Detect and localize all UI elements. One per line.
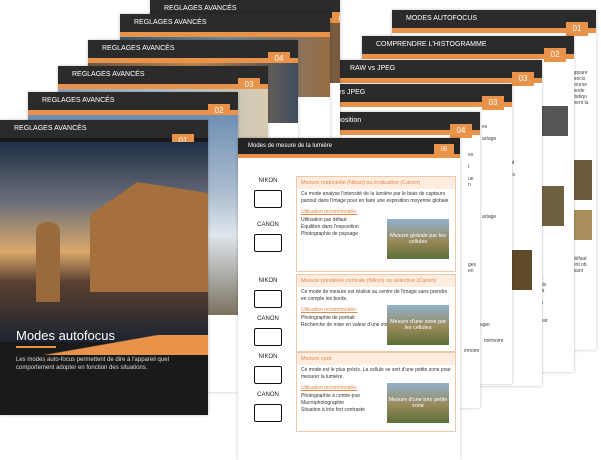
nikon-label: NIKON <box>258 354 278 360</box>
panel-title: Mesure spot <box>297 353 455 365</box>
panel-thumbnail: Mesure globale par les cellules <box>387 219 449 259</box>
cliff-shape <box>90 182 208 292</box>
side-photo <box>542 186 564 226</box>
title-underline <box>16 346 56 348</box>
side-text: ges en <box>468 262 477 274</box>
cover-title: Modes autofocus <box>16 328 116 343</box>
nikon-label: NIKON <box>258 178 278 184</box>
metering-panel: Mesure pondérée centrale (Nikon) ou séle… <box>296 274 456 352</box>
side-text: artage <box>482 214 497 220</box>
slide-header: COMPRENDRE L'HISTOGRAMME <box>362 36 574 54</box>
spot-metering-icon <box>254 366 282 384</box>
side-text: es t ue n <box>468 152 474 188</box>
fragment: émoire <box>464 348 480 354</box>
panel-text: Ce mode est le plus précis. La cellule s… <box>301 367 451 380</box>
nikon-label: NIKON <box>258 278 278 284</box>
cliff-shape <box>36 222 60 302</box>
side-photo <box>574 160 592 200</box>
canon-label: CANON <box>257 316 279 322</box>
panel-usage-label: Utilisation recommandée: <box>301 209 358 215</box>
slide-number: 05 <box>434 144 454 156</box>
panel-text: Ce mode analyse l'intensité de la lumièr… <box>301 191 449 204</box>
fragment: ager <box>480 322 491 328</box>
panel-title: Mesure pondérée centrale (Nikon) ou séle… <box>297 275 455 287</box>
matrix-metering-icon <box>254 190 282 208</box>
cover-photo <box>0 142 208 342</box>
partial-metering-icon <box>254 328 282 346</box>
panel-thumbnail: Mesure d'une très petite zone <box>387 383 449 423</box>
slide-number: 03 <box>482 96 504 110</box>
slide-number: 04 <box>450 124 472 138</box>
slide-header: REGLAGES AVANCÉS <box>88 40 298 58</box>
cover-description: Les modes auto-focus permettent de dire … <box>16 357 169 371</box>
header-stripe <box>362 54 574 59</box>
panel-thumbnail: Mesure d'une zone par les cellules <box>387 305 449 345</box>
side-text: es artage <box>482 124 497 142</box>
side-photo <box>540 106 568 136</box>
slide-header: REGLAGES AVANCÉS <box>120 14 330 32</box>
metering-panel: Mesure matricielle (Nikon) ou évaluative… <box>296 176 456 272</box>
slide-header: REGLAGES AVANCÉS <box>28 92 238 110</box>
slide-number: 01 <box>566 22 588 36</box>
metering-panel: Mesure spot Ce mode est le plus précis. … <box>296 352 456 432</box>
slide-number: 03 <box>512 72 534 86</box>
slide-number: 02 <box>544 48 566 62</box>
panel-title: Mesure matricielle (Nikon) ou évaluative… <box>297 177 455 189</box>
slide-header: REGLAGES AVANCÉS <box>58 66 268 84</box>
panel-text: Ce mode de mesure est réalisé au centre … <box>301 289 448 302</box>
centerweighted-metering-icon <box>254 290 282 308</box>
fragment: mémoire <box>484 338 504 344</box>
slide-header: Modes de mesure de la lumière <box>238 138 460 154</box>
spot-metering-icon <box>254 404 282 422</box>
canon-label: CANON <box>257 392 279 398</box>
slide-modes-autofocus-cover: REGLAGES AVANCÉS 01 Modes autofocus Les … <box>0 120 208 415</box>
evaluative-metering-icon <box>254 234 282 252</box>
header-stripe <box>238 154 460 158</box>
side-text: appare précis course mode statiqu ment la <box>572 70 589 106</box>
slide-metering-modes: Modes de mesure de la lumière 05 NIKON C… <box>238 138 460 460</box>
canon-label: CANON <box>257 222 279 228</box>
